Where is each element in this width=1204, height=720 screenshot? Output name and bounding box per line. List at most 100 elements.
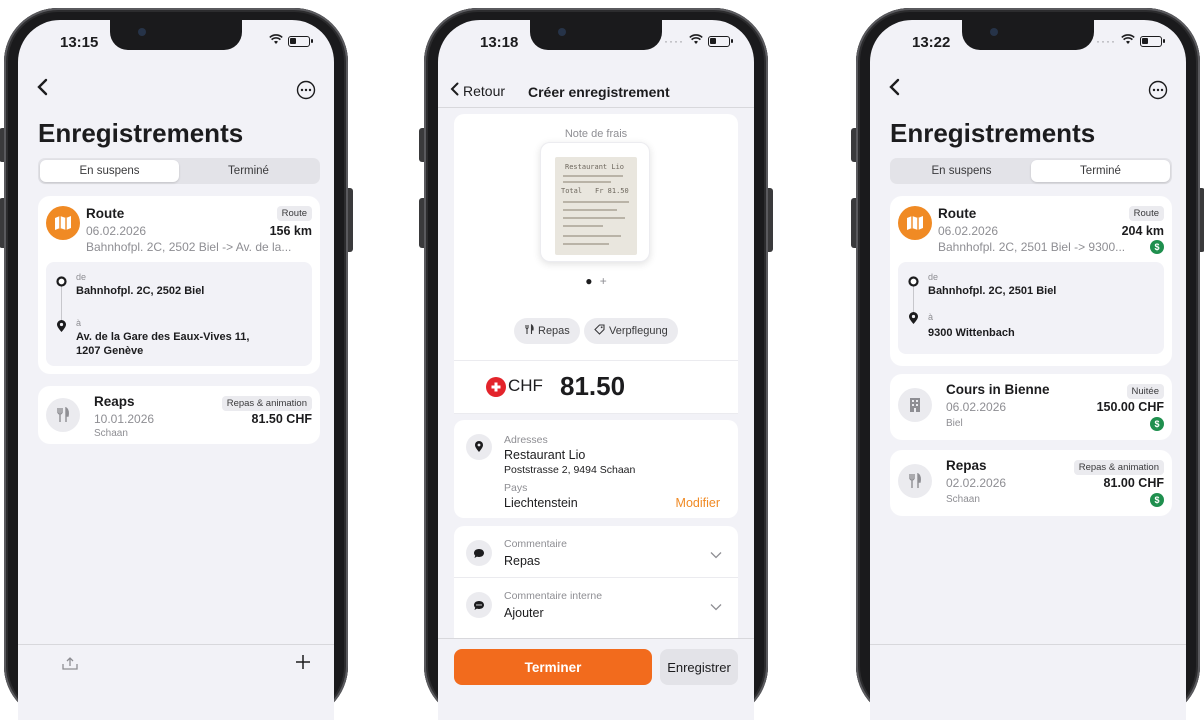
chip-label: Verpflegung <box>609 325 668 337</box>
back-chevron-icon[interactable] <box>888 78 900 101</box>
meal-record-card[interactable]: Repas 02.02.2026 Schaan Repas & animatio… <box>890 450 1172 516</box>
add-page-icon[interactable]: + <box>600 274 607 288</box>
wifi-icon <box>1121 34 1135 48</box>
course-record-card[interactable]: Cours in Bienne 06.02.2026 Biel Nuitée 1… <box>890 374 1172 440</box>
amount-field[interactable]: CHF 81.50 <box>454 360 738 414</box>
signal-dots-icon: ···· <box>664 34 684 48</box>
receipt-total-label: Total <box>561 187 583 195</box>
chevron-down-icon <box>710 598 722 616</box>
segmented-control: En suspens Terminé <box>38 158 320 184</box>
receipt-section: Note de frais Restaurant Lio Total Fr 81… <box>454 114 738 414</box>
bottom-toolbar <box>18 644 334 720</box>
plus-icon[interactable] <box>294 653 312 676</box>
battery-icon <box>1140 35 1165 47</box>
screen-records-finished: 13:22 ···· Enregistrements En suspens Te… <box>870 20 1186 720</box>
chevron-down-icon <box>710 546 722 564</box>
tab-pending[interactable]: En suspens <box>892 160 1031 182</box>
destination-address-line1: Av. de la Gare des Eaux-Vives 11, <box>76 331 250 343</box>
amount-value: 81.50 <box>560 371 626 401</box>
record-title: Reaps <box>94 394 135 409</box>
screen-create-record: 13:18 ···· Retour Créer enregistrement N… <box>438 20 754 720</box>
record-distance: 204 km <box>1121 224 1164 238</box>
category-chip-meal[interactable]: Repas <box>514 318 580 344</box>
currency-code: CHF <box>508 376 543 395</box>
page-title: Enregistrements <box>890 118 1096 148</box>
record-date: 06.02.2026 <box>938 224 999 238</box>
map-icon <box>898 206 932 240</box>
page-dot-active: ● <box>585 274 593 288</box>
segmented-control: En suspens Terminé <box>890 158 1172 184</box>
record-amount: 150.00 CHF <box>1096 400 1164 414</box>
receipt-total-value: Fr 81.50 <box>595 187 629 195</box>
paid-status-icon: $ <box>1150 240 1164 254</box>
tab-pending[interactable]: En suspens <box>40 160 179 182</box>
back-button[interactable]: Retour <box>450 82 505 99</box>
category-chip-catering[interactable]: Verpflegung <box>584 318 678 344</box>
record-amount: 81.50 CHF <box>251 412 312 426</box>
fork-knife-icon <box>46 398 80 432</box>
comment-row[interactable]: Commentaire Repas <box>454 526 738 578</box>
address-label: Adresses <box>504 434 548 446</box>
notch <box>110 20 242 50</box>
tray-upload-icon[interactable] <box>62 655 78 676</box>
modify-link[interactable]: Modifier <box>676 496 720 510</box>
comment-label: Commentaire <box>504 538 568 550</box>
route-record-card[interactable]: Route 06.02.2026 Bahnhofpl. 2C, 2502 Bie… <box>38 196 320 374</box>
destination-label: à <box>928 312 934 322</box>
record-route-summary: Bahnhofpl. 2C, 2501 Biel -> 9300... <box>938 240 1126 254</box>
record-title: Repas <box>946 458 987 473</box>
record-place: Schaan <box>94 428 128 439</box>
pin-icon <box>56 320 67 338</box>
pin-icon <box>908 312 919 330</box>
fork-knife-icon <box>898 464 932 498</box>
destination-address-line2: 1207 Genève <box>76 345 144 357</box>
route-details: de Bahnhofpl. 2C, 2501 Biel à 9300 Witte… <box>898 262 1164 354</box>
origin-point-icon <box>908 274 919 292</box>
record-date: 10.01.2026 <box>94 412 155 426</box>
address-section: Adresses Restaurant Lio Poststrasse 2, 9… <box>454 420 738 518</box>
record-type-badge: Nuitée <box>1126 384 1164 399</box>
note-label: Note de frais <box>564 128 628 140</box>
screen-records-pending: 13:15 Enregistrements En suspens Terminé… <box>18 20 334 720</box>
fork-knife-icon <box>524 323 534 338</box>
internal-comment-row[interactable]: Commentaire interne Ajouter <box>454 578 738 634</box>
receipt-image: Restaurant Lio Total Fr 81.50 <box>555 157 637 255</box>
status-time: 13:22 <box>912 34 951 51</box>
building-icon <box>898 388 932 422</box>
notch <box>962 20 1094 50</box>
receipt-thumbnail[interactable]: Restaurant Lio Total Fr 81.50 <box>540 142 650 262</box>
paid-status-icon: $ <box>1150 417 1164 431</box>
paid-status-icon: $ <box>1150 493 1164 507</box>
country-label: Pays <box>504 482 528 494</box>
back-label: Retour <box>463 82 506 99</box>
record-date: 06.02.2026 <box>946 400 1007 414</box>
address-name: Restaurant Lio <box>504 448 586 462</box>
swiss-flag-icon <box>486 377 506 397</box>
status-time: 13:15 <box>60 34 99 51</box>
comment-value: Repas <box>504 554 541 568</box>
map-icon <box>46 206 80 240</box>
origin-address: Bahnhofpl. 2C, 2501 Biel <box>928 285 1057 297</box>
record-date: 06.02.2026 <box>86 224 147 238</box>
phone-frame-2: 13:18 ···· Retour Créer enregistrement N… <box>419 8 773 720</box>
record-title: Cours in Bienne <box>946 382 1050 397</box>
ellipsis-circle-icon[interactable] <box>296 80 316 105</box>
back-chevron-icon[interactable] <box>36 78 48 101</box>
route-record-card[interactable]: Route 06.02.2026 Bahnhofpl. 2C, 2501 Bie… <box>890 196 1172 366</box>
page-title: Enregistrements <box>38 118 244 148</box>
nav-title: Créer enregistrement <box>528 84 670 100</box>
finish-button[interactable]: Terminer <box>454 649 652 685</box>
save-button[interactable]: Enregistrer <box>660 649 738 685</box>
tab-finished[interactable]: Terminé <box>179 160 318 182</box>
internal-comment-value: Ajouter <box>504 606 544 620</box>
record-amount: 81.00 CHF <box>1103 476 1164 490</box>
wifi-icon <box>689 34 703 48</box>
record-date: 02.02.2026 <box>946 476 1007 490</box>
meal-record-card[interactable]: Reaps 10.01.2026 Schaan Repas & animatio… <box>38 386 320 444</box>
page-indicator[interactable]: ● + <box>454 274 738 288</box>
wifi-icon <box>269 34 283 48</box>
ellipsis-circle-icon[interactable] <box>1148 80 1168 105</box>
speech-bubble-dots-icon <box>466 592 492 618</box>
tab-finished[interactable]: Terminé <box>1031 160 1170 182</box>
record-place: Biel <box>946 418 963 429</box>
